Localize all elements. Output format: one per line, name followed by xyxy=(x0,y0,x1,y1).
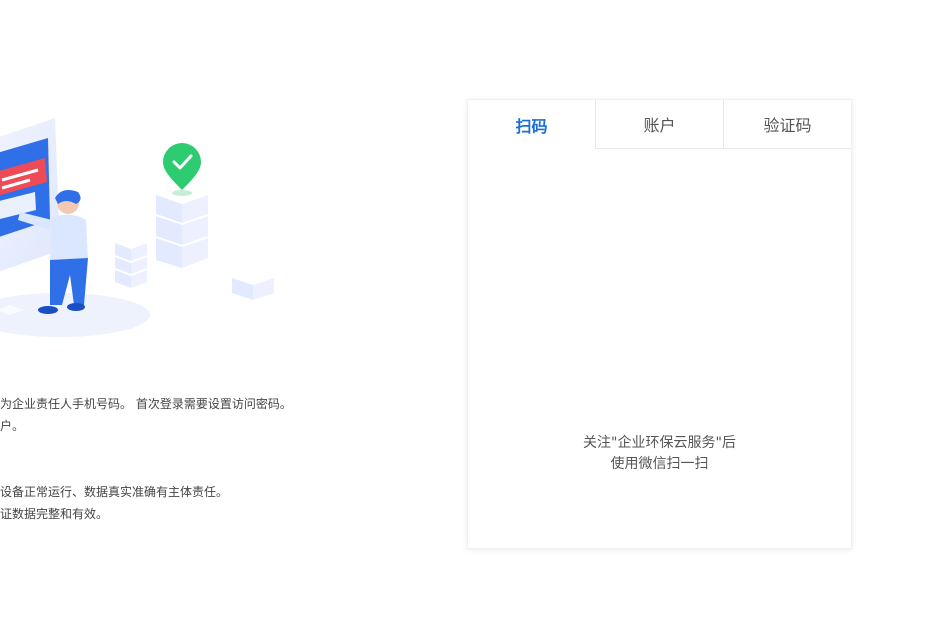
responsibility-notice: 设备正常运行、数据真实准确有主体责任。 证数据完整和有效。 xyxy=(0,481,228,525)
qr-caption-line: 关注"企业环保云服务"后 xyxy=(583,435,736,451)
tab-verification-code[interactable]: 验证码 xyxy=(723,100,851,149)
hero-illustration xyxy=(0,118,274,337)
notice-line: 设备正常运行、数据真实准确有主体责任。 xyxy=(0,485,229,499)
tab-account[interactable]: 账户 xyxy=(595,100,723,149)
login-card: 扫码 账户 验证码 关注"企业环保云服务"后 使用微信扫一扫 xyxy=(467,99,852,549)
qr-caption: 关注"企业环保云服务"后 使用微信扫一扫 xyxy=(468,433,851,475)
notice-line: 为企业责任人手机号码。 首次登录需要设置访问密码。 xyxy=(0,397,292,411)
notice-line: 户。 xyxy=(0,419,25,433)
qr-code-area xyxy=(468,149,851,429)
check-pin-icon xyxy=(163,143,201,196)
login-notice: 为企业责任人手机号码。 首次登录需要设置访问密码。 户。 xyxy=(0,393,292,437)
qr-caption-line: 使用微信扫一扫 xyxy=(610,456,709,472)
tab-qr-scan[interactable]: 扫码 xyxy=(468,100,595,149)
login-page: 为企业责任人手机号码。 首次登录需要设置访问密码。 户。 设备正常运行、数据真实… xyxy=(0,0,932,639)
login-tabs: 扫码 账户 验证码 xyxy=(468,100,851,149)
notice-line: 证数据完整和有效。 xyxy=(0,507,109,521)
